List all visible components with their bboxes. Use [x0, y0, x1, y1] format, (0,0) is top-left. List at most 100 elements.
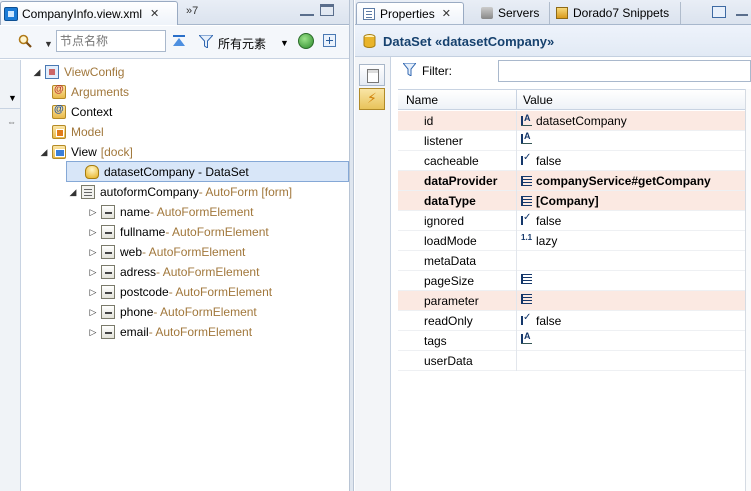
collapse-arrow-icon[interactable]: ◢ — [68, 187, 78, 198]
property-filter-input[interactable] — [498, 60, 751, 82]
column-header-name[interactable]: Name — [406, 93, 438, 107]
tree-node-element[interactable]: ▷ adress - AutoFormElement — [88, 262, 259, 282]
close-tab-icon[interactable]: ✕ — [442, 7, 451, 20]
minimize-icon[interactable] — [300, 4, 314, 16]
column-separator — [516, 191, 517, 211]
snippets-icon — [556, 7, 568, 19]
column-separator — [516, 131, 517, 151]
tab-servers[interactable]: Servers — [475, 2, 547, 24]
expand-arrow-icon[interactable]: ▷ — [88, 307, 98, 318]
events-lightning-icon[interactable] — [359, 88, 385, 110]
property-name: userData — [424, 354, 473, 368]
tree-node-element[interactable]: ▷ email - AutoFormElement — [88, 322, 252, 342]
filter-dropdown-icon[interactable]: ▼ — [280, 38, 289, 48]
properties-side-toolbar — [355, 57, 391, 491]
property-row[interactable]: tags — [398, 331, 751, 351]
expand-arrow-icon[interactable]: ▷ — [88, 227, 98, 238]
tree-node-view[interactable]: ◢ View [dock] — [39, 142, 133, 162]
property-row[interactable]: ignored false — [398, 211, 751, 231]
tab-properties[interactable]: Properties ✕ — [356, 2, 464, 24]
editor-tab-companyinfo[interactable]: CompanyInfo.view.xml ✕ — [0, 1, 178, 25]
property-value[interactable]: companyService#getCompany — [521, 174, 711, 188]
tree-node-element[interactable]: ▷ fullname - AutoFormElement — [88, 222, 269, 242]
column-separator — [516, 111, 517, 131]
expand-arrow-icon[interactable]: ▷ — [88, 287, 98, 298]
property-name: cacheable — [424, 154, 479, 168]
property-value[interactable]: false — [521, 152, 561, 168]
property-row[interactable]: readOnly false — [398, 311, 751, 331]
tree-node-context[interactable]: Context — [52, 102, 112, 122]
refresh-icon[interactable] — [298, 33, 314, 49]
property-value[interactable] — [521, 294, 536, 304]
tree-node-datasetcompany[interactable]: datasetCompany - DataSet — [66, 161, 349, 182]
property-value[interactable]: false — [521, 212, 562, 228]
tree-node-label: name — [120, 205, 151, 219]
tree-node-label: autoformCompany — [100, 185, 199, 199]
tree-node-label: web — [120, 245, 143, 259]
property-row[interactable]: dataType [Company] — [398, 191, 751, 211]
column-separator — [516, 251, 517, 271]
search-icon[interactable] — [18, 34, 32, 48]
property-value[interactable]: datasetCompany — [521, 113, 627, 128]
property-row[interactable]: loadMode lazy — [398, 231, 751, 251]
property-value[interactable]: [Company] — [521, 194, 599, 208]
arguments-icon — [52, 84, 66, 99]
tree-node-label: Context — [71, 105, 113, 119]
property-row[interactable]: listener — [398, 131, 751, 151]
panel-splitter[interactable] — [349, 0, 354, 491]
property-row[interactable]: parameter — [398, 291, 751, 311]
tree-node-suffix: - AutoFormElement — [165, 225, 269, 239]
swap-arrows-icon[interactable]: ⇔ — [7, 117, 16, 127]
expand-arrow-icon[interactable]: ▷ — [88, 267, 98, 278]
tab-dorado7-snippets[interactable]: Dorado7 Snippets — [549, 2, 681, 24]
property-value-text: false — [536, 214, 562, 228]
tab-overflow-button[interactable]: »7 — [186, 5, 198, 17]
property-value[interactable] — [521, 331, 536, 344]
expand-all-icon[interactable] — [323, 34, 336, 47]
collapse-all-icon[interactable] — [172, 35, 186, 47]
property-value[interactable]: false — [521, 312, 561, 328]
editor-tab-label: CompanyInfo.view.xml — [22, 6, 143, 21]
scrollbar-track[interactable] — [745, 89, 751, 491]
autoformelement-icon — [101, 205, 115, 219]
tree-node-label: ViewConfig — [64, 65, 125, 79]
filter-icon[interactable] — [199, 35, 213, 48]
element-filter-label[interactable]: 所有元素 — [218, 35, 266, 52]
maximize-icon[interactable] — [320, 4, 334, 16]
property-row[interactable]: id datasetCompany — [398, 111, 751, 131]
property-row[interactable]: dataProvider companyService#getCompany — [398, 171, 751, 191]
column-separator[interactable] — [516, 89, 517, 110]
property-value[interactable] — [521, 274, 536, 284]
property-row[interactable]: metaData — [398, 251, 751, 271]
tree-node-element[interactable]: ▷ postcode - AutoFormElement — [88, 282, 272, 302]
tree-node-element[interactable]: ▷ web - AutoFormElement — [88, 242, 245, 262]
property-row[interactable]: cacheable false — [398, 151, 751, 171]
tree-node-model[interactable]: Model — [52, 122, 104, 142]
collapse-arrow-icon[interactable]: ◢ — [32, 67, 42, 78]
minimize-icon[interactable] — [736, 10, 748, 16]
properties-page-icon[interactable] — [359, 64, 385, 86]
property-value[interactable]: lazy — [521, 233, 557, 248]
tree-node-suffix: - AutoFormElement — [148, 325, 253, 339]
expand-arrow-icon[interactable]: ▷ — [88, 327, 98, 338]
column-separator — [516, 211, 517, 231]
tree-node-autoformcompany[interactable]: ◢ autoformCompany - AutoForm [form] — [68, 182, 292, 202]
tree-node-element[interactable]: ▷ name - AutoFormElement — [88, 202, 253, 222]
property-row[interactable]: userData — [398, 351, 751, 371]
property-value[interactable] — [521, 131, 536, 144]
node-name-input[interactable] — [56, 30, 166, 52]
filter-icon — [403, 63, 416, 76]
column-header-value[interactable]: Value — [523, 93, 553, 107]
close-tab-icon[interactable]: ✕ — [150, 7, 159, 20]
collapse-arrow-icon[interactable]: ◢ — [39, 147, 49, 158]
search-dropdown-icon[interactable]: ▼ — [44, 39, 53, 49]
tree-node-arguments[interactable]: Arguments — [52, 82, 129, 102]
tree-node-element[interactable]: ▷ phone - AutoFormElement — [88, 302, 257, 322]
tree-node-viewconfig[interactable]: ◢ ViewConfig — [32, 62, 124, 82]
property-row[interactable]: pageSize — [398, 271, 751, 291]
expand-arrow-icon[interactable]: ▷ — [88, 247, 98, 258]
open-perspective-icon[interactable] — [712, 6, 726, 18]
expand-arrow-icon[interactable]: ▷ — [88, 207, 98, 218]
gutter-dropdown-icon[interactable]: ▼ — [8, 93, 17, 103]
tree-node-label: Arguments — [71, 85, 130, 99]
